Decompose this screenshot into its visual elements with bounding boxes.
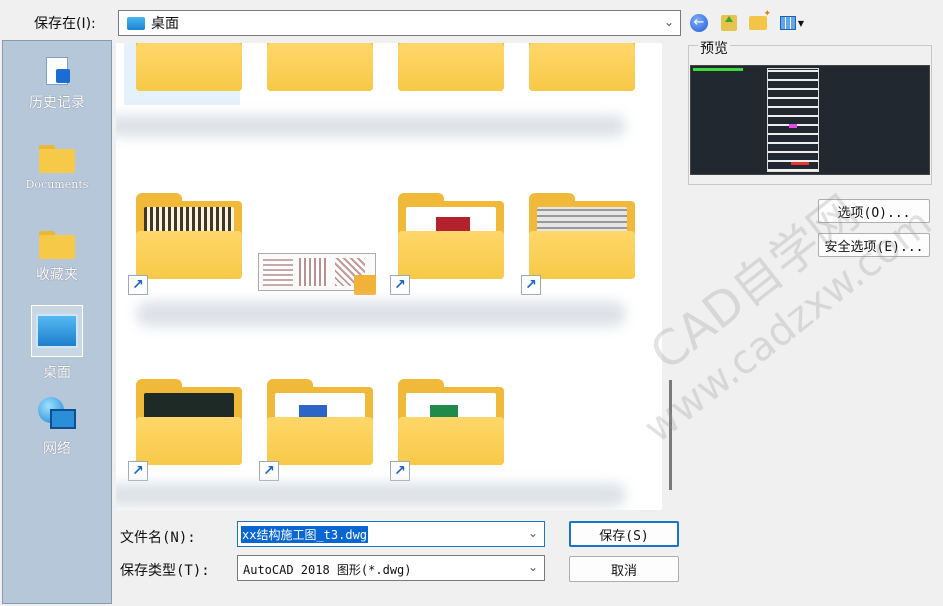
place-desktop[interactable]: 桌面 <box>3 305 111 382</box>
shortcut-arrow-icon: ↗ <box>259 461 279 481</box>
folder-icon <box>398 379 504 465</box>
place-label: 收藏夹 <box>36 267 78 283</box>
shortcut-arrow-icon: ↗ <box>390 461 410 481</box>
cancel-button[interactable]: 取消 <box>569 556 679 582</box>
desktop-icon <box>36 314 78 348</box>
save-button[interactable]: 保存(S) <box>569 521 679 547</box>
place-label: 历史记录 <box>29 95 85 111</box>
shortcut-arrow-icon: ↗ <box>128 275 148 295</box>
place-documents[interactable]: Documents <box>3 145 111 191</box>
place-desktop-highlight <box>31 305 83 357</box>
folder-icon <box>136 43 242 91</box>
folder-icon <box>136 379 242 465</box>
file-type-value: AutoCAD 2018 图形(*.dwg) <box>243 563 412 577</box>
dropdown-arrow-icon: ▼ <box>797 18 805 28</box>
place-history[interactable]: 历史记录 <box>3 55 111 112</box>
up-folder-button[interactable] <box>718 12 740 34</box>
place-label: 桌面 <box>43 365 71 381</box>
shortcut-arrow-icon: ↗ <box>390 275 410 295</box>
redacted-labels <box>116 483 626 507</box>
folder-icon <box>529 193 635 279</box>
folder-icon <box>39 145 75 173</box>
folder-icon <box>398 43 504 91</box>
chevron-down-icon[interactable]: ⌄ <box>528 526 538 540</box>
redacted-labels <box>116 115 626 137</box>
views-icon <box>779 16 796 30</box>
history-icon <box>40 55 74 87</box>
places-bar: 历史记录 Documents 收藏夹 桌面 网络 <box>2 40 112 604</box>
dwg-badge-icon <box>354 275 376 295</box>
folder-icon <box>267 43 373 91</box>
network-icon <box>38 397 76 433</box>
folder-icon <box>267 379 373 465</box>
save-in-label: 保存在(I): <box>34 16 96 32</box>
folder-icon <box>529 43 635 91</box>
file-name-combo[interactable]: xx结构施工图_t3.dwg ⌄ <box>237 521 545 547</box>
file-name-label: 文件名(N): <box>120 530 196 546</box>
chevron-down-icon: ⌄ <box>527 560 538 574</box>
chevron-down-icon: ⌄ <box>663 15 674 29</box>
file-list[interactable]: ↗ ↗ ↗ ↗ ↗ ↗ <box>116 43 662 510</box>
views-menu-button[interactable]: ▼ <box>776 12 808 34</box>
new-folder-button[interactable] <box>747 9 771 34</box>
file-name-input[interactable]: xx结构施工图_t3.dwg <box>241 526 369 543</box>
folder-icon <box>398 193 504 279</box>
location-value: 桌面 <box>151 16 179 32</box>
place-favorites[interactable]: 收藏夹 <box>3 231 111 284</box>
place-label: Documents <box>25 178 89 191</box>
file-type-label: 保存类型(T): <box>120 563 210 579</box>
file-type-dropdown[interactable]: AutoCAD 2018 图形(*.dwg) ⌄ <box>237 555 545 581</box>
folder-icon <box>39 231 75 259</box>
folder-icon <box>136 193 242 279</box>
preview-label: 预览 <box>698 38 730 58</box>
redacted-labels <box>136 301 626 327</box>
shortcut-arrow-icon: ↗ <box>521 275 541 295</box>
shortcut-arrow-icon: ↗ <box>128 461 148 481</box>
desktop-icon <box>127 16 145 30</box>
back-button[interactable]: ← <box>688 12 710 34</box>
up-folder-icon <box>721 15 737 31</box>
place-label: 网络 <box>43 441 71 457</box>
location-dropdown[interactable]: 桌面 ⌄ <box>118 10 681 36</box>
back-arrow-icon: ← <box>690 14 708 32</box>
new-folder-icon <box>749 9 771 30</box>
place-network[interactable]: 网络 <box>3 397 111 458</box>
